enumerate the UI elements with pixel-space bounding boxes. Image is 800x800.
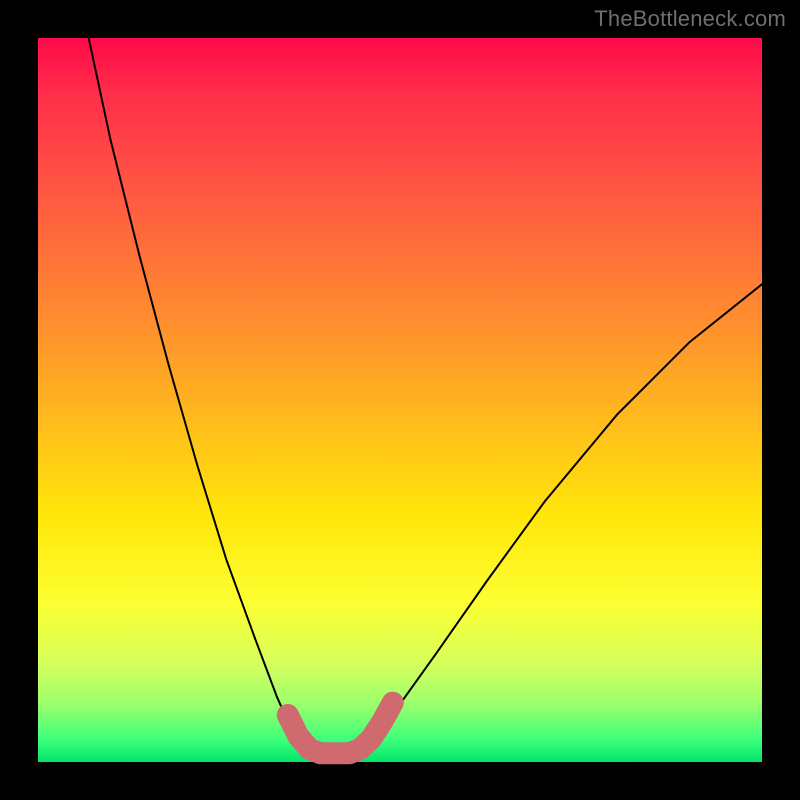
highlight-curve	[288, 703, 393, 754]
plot-area	[38, 38, 762, 762]
chart-frame: TheBottleneck.com	[0, 0, 800, 800]
watermark-text: TheBottleneck.com	[594, 6, 786, 32]
left-branch-curve	[89, 38, 317, 753]
right-branch-curve	[353, 284, 762, 753]
curve-layer	[38, 38, 762, 762]
